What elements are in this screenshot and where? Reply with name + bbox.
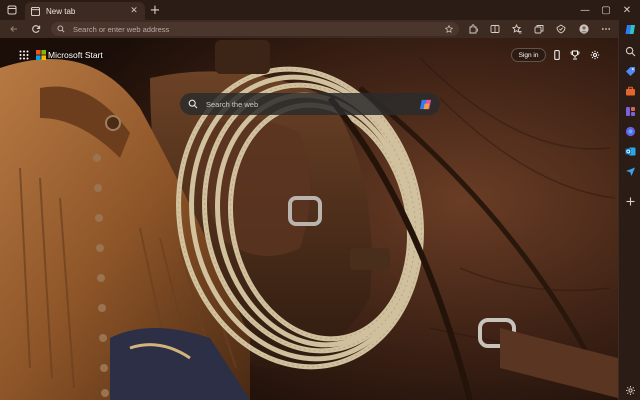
profile-button[interactable] [576,20,592,38]
web-search-box[interactable] [180,93,440,115]
sidebar-games-button[interactable] [624,105,636,117]
extensions-icon [469,24,478,34]
address-placeholder: Search or enter web address [73,24,170,34]
back-icon [10,26,17,32]
mobile-phone-icon [554,50,560,60]
address-bar[interactable]: Search or enter web address [51,22,459,36]
reading-view-icon [490,25,500,33]
sidebar-drop-button[interactable] [624,165,636,177]
copilot-icon[interactable] [419,98,432,111]
tab-close-button[interactable]: ✕ [129,6,139,16]
m365-copilot-icon [625,126,635,136]
brand-title[interactable]: Microsoft Start [48,50,103,60]
sidebar-copilot-chat-button[interactable] [624,125,636,137]
microsoft-start-branding: Microsoft Start [19,50,103,60]
back-button[interactable] [6,20,22,38]
sign-in-button[interactable]: Sign in [511,48,546,62]
app-launcher-icon[interactable] [19,50,29,60]
toolbox-icon [625,86,635,95]
reading-view-button[interactable] [487,20,503,38]
sidebar-outlook-button[interactable] [624,145,636,157]
refresh-button[interactable] [28,20,44,38]
more-menu-button[interactable] [598,20,614,38]
shopping-tag-icon [625,66,635,76]
gear-icon [590,50,600,60]
favorites-button[interactable] [509,20,525,38]
tab-actions-icon [7,5,17,15]
favorites-icon [512,24,522,34]
new-tab-button[interactable]: + [147,0,163,20]
tab-new-tab[interactable]: New tab ✕ [25,2,145,20]
refresh-icon [32,25,41,33]
search-input[interactable] [206,99,419,109]
search-icon [625,46,635,56]
drop-send-icon [625,167,635,176]
sidebar-shopping-button[interactable] [624,65,636,77]
title-bar: New tab ✕ + — ▢ ✕ [0,0,640,20]
browser-toolbar: Search or enter web address [0,20,640,38]
mobile-button[interactable] [550,47,564,63]
collections-icon [534,25,544,34]
window-close-button[interactable]: ✕ [617,0,637,20]
sidebar-search-button[interactable] [624,45,636,57]
window-maximize-button[interactable]: ▢ [596,0,616,20]
new-tab-page: Microsoft Start Sign in [0,38,618,400]
extensions-button[interactable] [465,20,481,38]
tab-title: New tab [46,6,76,16]
profile-avatar-icon [579,24,589,34]
new-tab-favicon-icon [31,6,40,16]
outlook-icon [625,147,635,155]
edge-sidebar [618,20,640,400]
more-menu-icon [601,28,611,30]
browser-essentials-icon [556,24,566,34]
trophy-icon [570,50,580,60]
copilot-icon [625,24,635,34]
rewards-button[interactable] [568,47,582,63]
sidebar-add-button[interactable] [624,195,636,207]
browser-essentials-button[interactable] [553,20,569,38]
search-icon [57,25,65,33]
games-icon [625,106,635,116]
add-icon [626,197,634,205]
sidebar-tools-button[interactable] [624,85,636,97]
window-minimize-button[interactable]: — [575,0,595,20]
sidebar-settings-button[interactable] [624,384,636,396]
collections-button[interactable] [531,20,547,38]
page-settings-button[interactable] [588,47,602,63]
microsoft-logo-icon [36,50,46,60]
favorite-star-icon[interactable] [445,25,453,33]
sidebar-copilot-button[interactable] [624,23,636,35]
search-icon [188,99,198,109]
settings-gear-icon [625,385,635,395]
tab-actions-button[interactable] [2,0,22,20]
